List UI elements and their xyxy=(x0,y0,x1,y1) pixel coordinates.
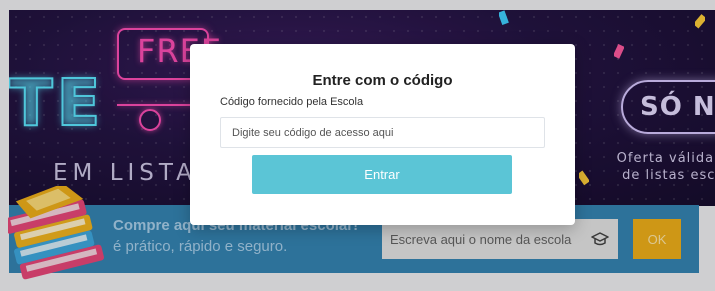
access-code-input[interactable] xyxy=(220,117,545,148)
modal-title: Entre com o código xyxy=(312,72,453,89)
page: TE FREE EM LISTAS SÓ NESTA Oferta válida… xyxy=(0,0,715,291)
access-code-modal: Entre com o código Código fornecido pela… xyxy=(190,44,575,225)
enter-button[interactable]: Entrar xyxy=(252,155,512,194)
code-field-label: Código fornecido pela Escola xyxy=(220,96,364,108)
